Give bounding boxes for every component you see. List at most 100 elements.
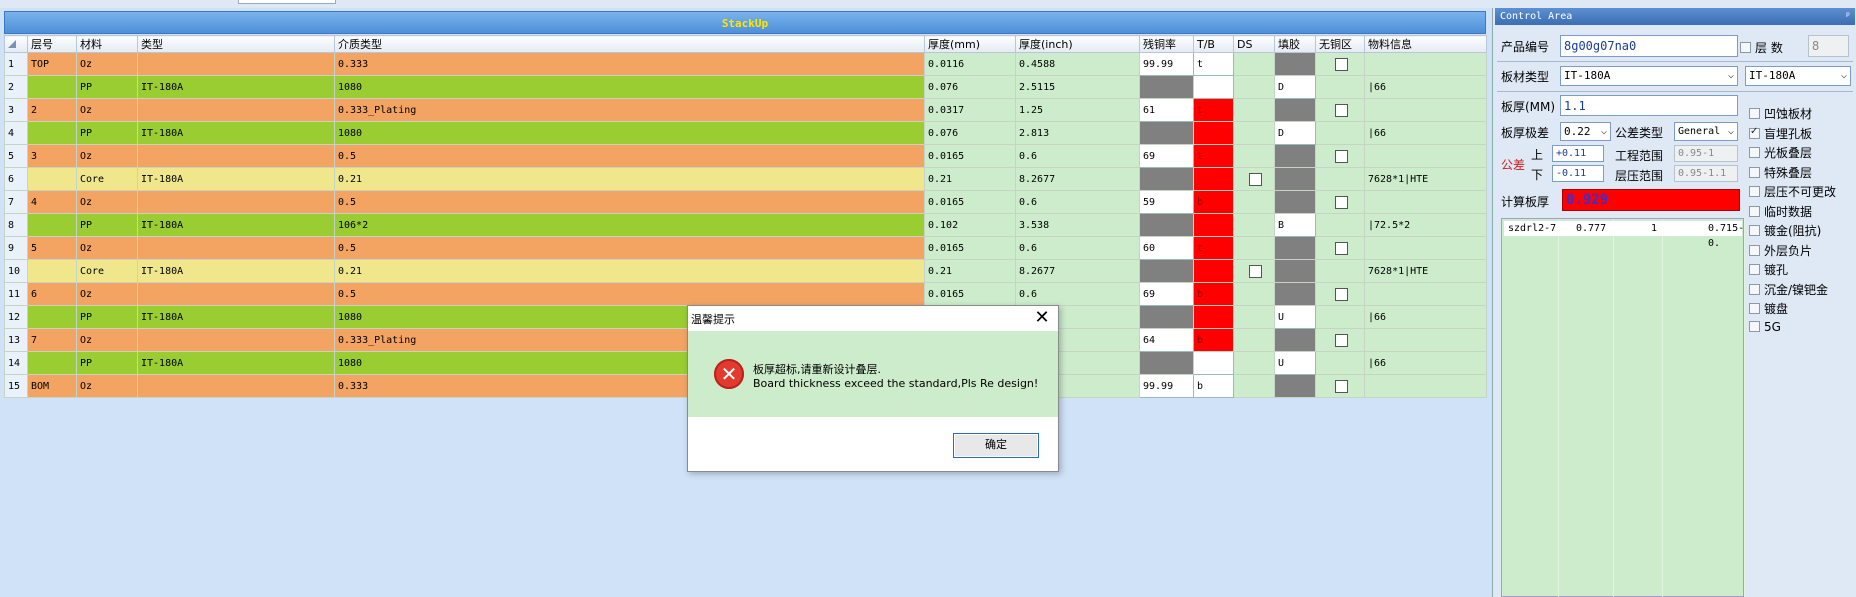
row-number[interactable]: 1 (4, 52, 28, 76)
material-cell[interactable]: Oz (76, 144, 138, 168)
material-info-cell[interactable] (1364, 144, 1487, 168)
tb-cell[interactable] (1193, 213, 1234, 237)
table-row[interactable]: 6 Core IT-180A 0.21 0.21 8.2677 7628*1|HTE (4, 167, 1487, 191)
fill-cell[interactable]: D (1274, 75, 1316, 99)
material-info-cell[interactable]: 7628*1|HTE (1364, 167, 1487, 191)
thickness-mm-cell[interactable]: 0.0165 (924, 190, 1016, 214)
fill-cell[interactable] (1274, 98, 1316, 122)
checkbox-icon[interactable] (1749, 186, 1760, 197)
no-copper-cell[interactable] (1315, 259, 1365, 283)
layer-cell[interactable]: 2 (27, 98, 77, 122)
no-copper-cell[interactable] (1315, 75, 1365, 99)
checkbox-icon[interactable] (1749, 320, 1760, 332)
residual-copper-cell[interactable] (1139, 351, 1194, 375)
dielectric-cell[interactable]: 1080 (334, 75, 925, 99)
residual-copper-cell[interactable]: 61 (1139, 98, 1194, 122)
material-cell[interactable]: Oz (76, 328, 138, 352)
lower-tol-input[interactable]: -0.11 (1552, 165, 1604, 182)
layer-cell[interactable]: 6 (27, 282, 77, 306)
checkbox-icon[interactable] (1749, 264, 1760, 275)
no-copper-cell[interactable] (1315, 52, 1365, 76)
no-copper-checkbox[interactable] (1335, 57, 1348, 71)
option-checkbox[interactable]: 外层负片 (1749, 242, 1812, 259)
no-copper-cell[interactable] (1315, 351, 1365, 375)
ds-cell[interactable] (1233, 282, 1275, 306)
thickness-inch-cell[interactable]: 8.2677 (1015, 259, 1140, 283)
layer-cell[interactable]: 7 (27, 328, 77, 352)
thickness-mm-cell[interactable]: 0.076 (924, 75, 1016, 99)
ds-cell[interactable] (1233, 75, 1275, 99)
table-row[interactable]: 2 PP IT-180A 1080 0.076 2.5115 D |66 (4, 75, 1487, 99)
material-cell[interactable]: Oz (76, 236, 138, 260)
tb-cell[interactable]: t (1193, 144, 1234, 168)
tb-cell[interactable] (1193, 75, 1234, 99)
press-range-input[interactable]: 0.95-1.1 (1674, 165, 1738, 182)
ds-cell[interactable] (1233, 98, 1275, 122)
material-cell[interactable]: Oz (76, 282, 138, 306)
tb-cell[interactable] (1193, 351, 1234, 375)
col-header[interactable]: 无铜区 (1315, 35, 1365, 53)
col-header[interactable]: 层号 (27, 35, 77, 53)
col-header[interactable]: 类型 (137, 35, 335, 53)
ds-cell[interactable] (1233, 305, 1275, 329)
material-info-cell[interactable] (1364, 236, 1487, 260)
ds-cell[interactable] (1233, 167, 1275, 191)
type-cell[interactable]: IT-180A (137, 305, 335, 329)
material-cell[interactable]: Oz (76, 190, 138, 214)
checkbox-icon[interactable] (1749, 225, 1760, 236)
col-header[interactable]: 材料 (76, 35, 138, 53)
thickness-mm-cell[interactable]: 0.076 (924, 121, 1016, 145)
row-number[interactable]: 10 (4, 259, 28, 283)
checkbox-icon[interactable] (1749, 303, 1760, 314)
no-copper-checkbox[interactable] (1335, 379, 1348, 393)
material-info-cell[interactable]: |66 (1364, 121, 1487, 145)
row-number[interactable]: 14 (4, 351, 28, 375)
option-checkbox[interactable]: 镀孔 (1749, 261, 1788, 278)
layer-cell[interactable] (27, 351, 77, 375)
no-copper-checkbox[interactable] (1335, 195, 1348, 209)
thickness-inch-cell[interactable]: 1.25 (1015, 98, 1140, 122)
dielectric-cell[interactable]: 106*2 (334, 213, 925, 237)
ds-cell[interactable] (1233, 52, 1275, 76)
fill-cell[interactable] (1274, 190, 1316, 214)
no-copper-checkbox[interactable] (1335, 241, 1348, 255)
checkbox-icon[interactable] (1749, 205, 1760, 217)
material-cell[interactable]: PP (76, 75, 138, 99)
layer-cell[interactable] (27, 259, 77, 283)
material-info-cell[interactable]: |66 (1364, 351, 1487, 375)
type-cell[interactable]: IT-180A (137, 121, 335, 145)
fill-cell[interactable]: U (1274, 351, 1316, 375)
material-cell[interactable]: Oz (76, 374, 138, 398)
fill-cell[interactable] (1274, 236, 1316, 260)
material-info-cell[interactable] (1364, 374, 1487, 398)
fill-cell[interactable] (1274, 52, 1316, 76)
col-header[interactable]: DS (1233, 35, 1275, 53)
fill-cell[interactable]: D (1274, 121, 1316, 145)
type-cell[interactable]: IT-180A (137, 75, 335, 99)
type-cell[interactable]: IT-180A (137, 351, 335, 375)
type-cell[interactable] (137, 144, 335, 168)
residual-copper-cell[interactable] (1139, 121, 1194, 145)
col-header[interactable]: T/B (1193, 35, 1234, 53)
top-input-fragment[interactable] (238, 0, 336, 4)
thickness-input[interactable]: 1.1 (1560, 95, 1738, 116)
fill-cell[interactable] (1274, 144, 1316, 168)
dielectric-cell[interactable]: 0.333_Plating (334, 98, 925, 122)
option-checkbox[interactable]: 镀金(阻抗) (1749, 222, 1821, 239)
no-copper-cell[interactable] (1315, 167, 1365, 191)
col-header[interactable]: 物料信息 (1364, 35, 1487, 53)
close-icon[interactable]: ✕ (1032, 308, 1052, 328)
layer-cell[interactable]: 3 (27, 144, 77, 168)
row-number[interactable]: 2 (4, 75, 28, 99)
thickness-mm-cell[interactable]: 0.21 (924, 167, 1016, 191)
material-cell[interactable]: Oz (76, 52, 138, 76)
material-cell[interactable]: Oz (76, 98, 138, 122)
material-cell[interactable]: PP (76, 351, 138, 375)
ds-cell[interactable] (1233, 144, 1275, 168)
fill-cell[interactable] (1274, 374, 1316, 398)
thickness-mm-cell[interactable]: 0.0317 (924, 98, 1016, 122)
dielectric-cell[interactable]: 0.21 (334, 259, 925, 283)
layer-cell[interactable]: BOM (27, 374, 77, 398)
checkbox-icon[interactable] (1749, 244, 1760, 256)
row-number[interactable]: 5 (4, 144, 28, 168)
